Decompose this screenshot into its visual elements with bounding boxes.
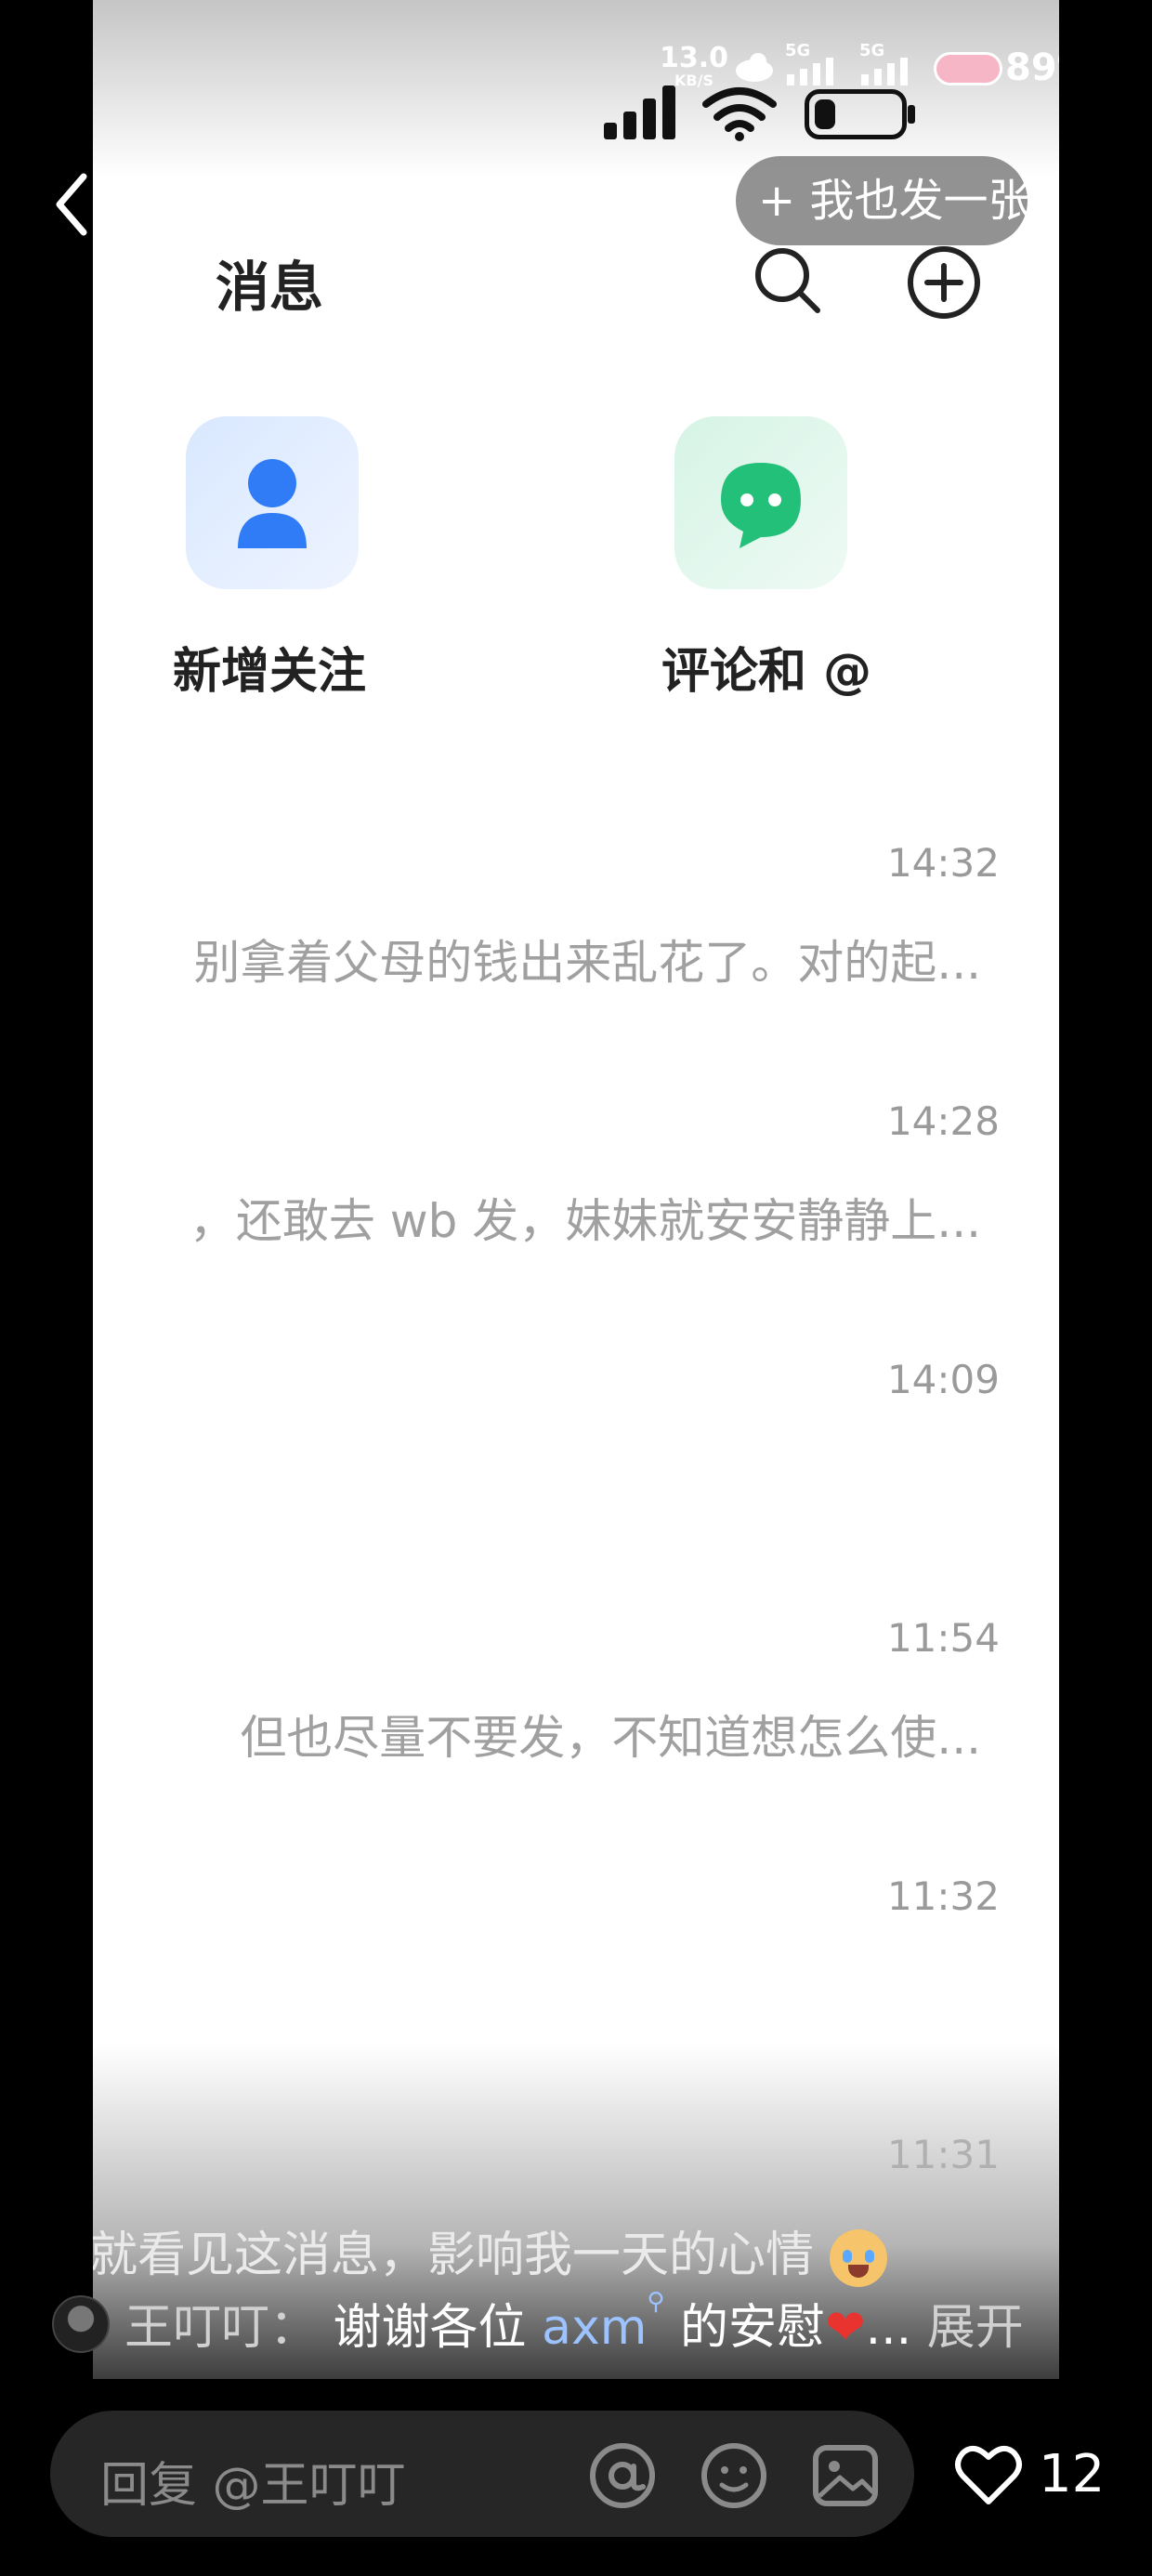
message-preview[interactable]: 别拿着父母的钱出来乱花了。对的起... <box>193 926 981 992</box>
like-count: 12 <box>1039 2444 1106 2504</box>
commenter-avatar[interactable] <box>52 2295 110 2353</box>
search-button[interactable] <box>751 243 825 322</box>
message-time: 11:54 <box>886 1615 1000 1661</box>
image-button[interactable] <box>808 2438 883 2517</box>
comment-ellipsis: ... <box>865 2300 912 2356</box>
post-also-button[interactable]: + 我也发一张 <box>736 156 1032 245</box>
expand-link[interactable]: 展开 <box>927 2300 1024 2356</box>
message-time: 11:32 <box>886 1873 1000 1919</box>
new-followers-button[interactable] <box>186 416 359 589</box>
message-preview[interactable]: ，还敢去 wb 发，妹妹就安安静静上... <box>190 1184 981 1251</box>
image-icon <box>813 2445 878 2506</box>
new-followers-label: 新增关注 <box>173 644 367 700</box>
smiley-icon <box>701 2443 766 2508</box>
comments-mentions-label: 评论和 @ <box>661 644 872 700</box>
message-time: 14:28 <box>886 1098 1000 1144</box>
search-icon <box>755 248 820 313</box>
reply-placeholder: 回复 @王叮叮 <box>100 2458 406 2514</box>
network-speed-value: 13.0 <box>660 42 729 74</box>
screenshot-panel: 13.0 KB/S 5G 5G 89% + 我也发一张 消息 新增关注 评论和 … <box>93 0 1059 2379</box>
like-button[interactable] <box>949 2435 1028 2517</box>
heart-emoji-icon: ❤ <box>824 2300 866 2356</box>
cloud-icon <box>734 50 775 87</box>
signal-icon-small-2 <box>859 58 917 91</box>
comment-author[interactable]: 王叮叮： <box>124 2300 318 2356</box>
message-preview-text: 就看见这消息，影响我一天的心情 <box>93 2228 815 2283</box>
cell-signal-icon <box>602 85 678 145</box>
page-title: 消息 <box>216 256 324 319</box>
mention-link[interactable]: axm <box>542 2300 647 2356</box>
person-icon <box>238 459 307 548</box>
battery-percent: 89% <box>1005 46 1059 89</box>
reply-input[interactable]: 回复 @王叮叮 <box>50 2411 914 2537</box>
chat-bubble-icon <box>721 463 801 548</box>
comments-mentions-button[interactable] <box>674 416 847 589</box>
add-button[interactable] <box>905 243 983 325</box>
search-mini-icon: ⚲ <box>647 2288 665 2316</box>
message-preview[interactable]: 但也尽量不要发，不知道想怎么使... <box>240 1701 981 1768</box>
emoji-button[interactable] <box>697 2438 771 2517</box>
message-time: 14:32 <box>886 840 1000 886</box>
message-time: 14:09 <box>886 1357 1000 1402</box>
heart-outline-icon <box>955 2445 1022 2504</box>
battery-pill-icon <box>934 52 1002 85</box>
signal-icon-small <box>785 58 843 91</box>
comment-text: 谢谢各位 <box>333 2300 527 2356</box>
at-sign-icon <box>590 2443 655 2508</box>
network-speed: 13.0 KB/S <box>660 45 728 89</box>
plus-circle-icon <box>908 246 980 319</box>
battery-icon <box>805 89 915 139</box>
comment-text-after: 的安慰 <box>679 2300 825 2356</box>
wifi-icon <box>702 85 777 145</box>
message-preview[interactable]: 就看见这消息，影响我一天的心情 <box>93 2215 887 2287</box>
crying-emoji-icon <box>829 2229 887 2287</box>
comment-line: 王叮叮： 谢谢各位 axm⚲ 的安慰❤... 展开 <box>124 2288 1024 2358</box>
message-time: 11:31 <box>886 2132 1000 2177</box>
mention-button[interactable] <box>585 2438 660 2517</box>
